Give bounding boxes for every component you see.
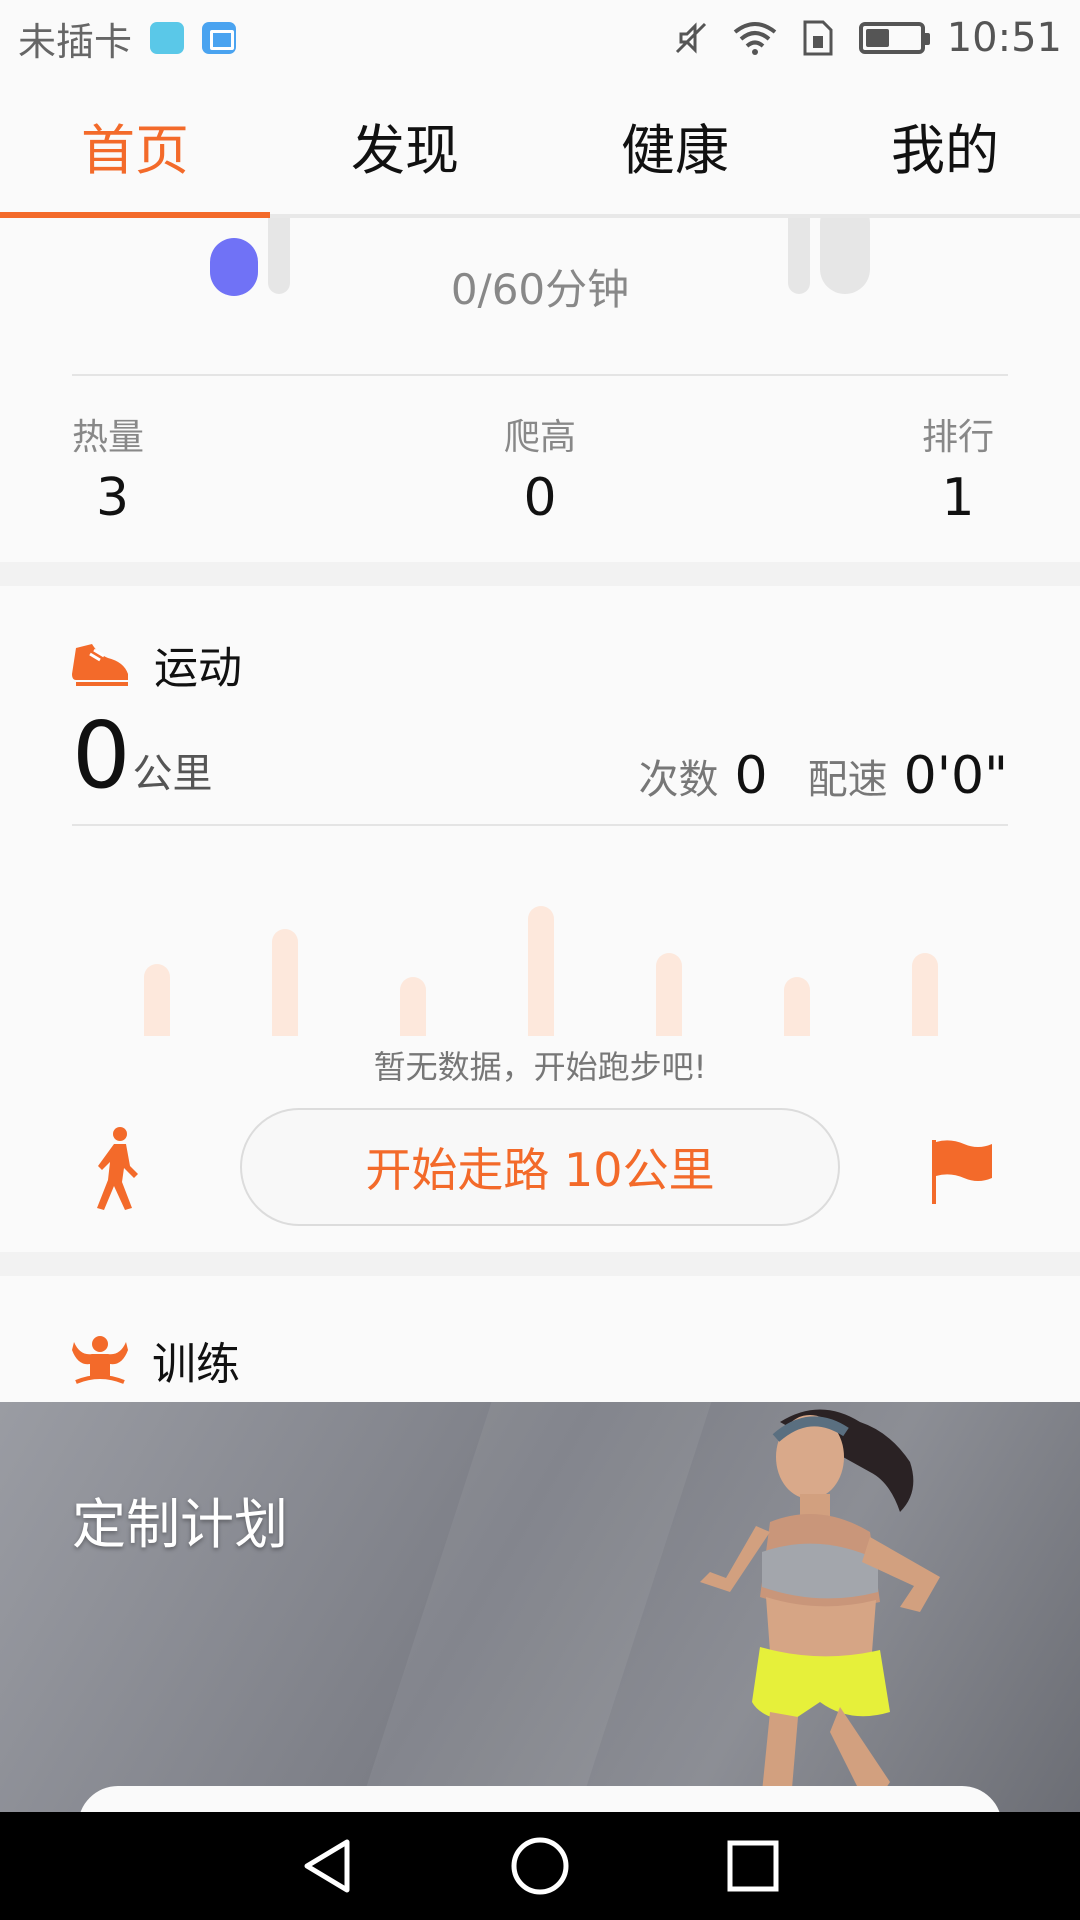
divider [72, 824, 1008, 826]
back-button[interactable] [292, 1831, 362, 1901]
status-bar: 未插卡 10:51 [0, 0, 1080, 76]
runner-image [700, 1409, 940, 1812]
placeholder-bar [784, 977, 810, 1036]
placeholder-bar [272, 929, 298, 1036]
daily-summary-card[interactable]: 0/60分钟 热量 3 爬高 0 排行 1 [0, 218, 1080, 562]
distance-unit: 公里 [132, 751, 213, 797]
tab-health[interactable]: 健康 [540, 76, 810, 214]
no-data-message: 暂无数据，开始跑步吧! [373, 1048, 707, 1086]
training-header: 训练 [70, 1328, 240, 1392]
sport-metrics: 次数 0 配速 0'0" [639, 746, 1008, 806]
gallery-app-icon [202, 22, 237, 54]
muscle-icon [72, 1336, 128, 1384]
battery-icon [858, 22, 930, 54]
status-left: 未插卡 [18, 11, 237, 66]
placeholder-bar [528, 906, 554, 1036]
top-tabs: 首页 发现 健康 我的 [0, 76, 1080, 218]
recents-button[interactable] [718, 1831, 788, 1901]
placeholder-bar [144, 964, 170, 1036]
battery-fill [865, 29, 890, 47]
status-time: 10:51 [946, 15, 1062, 61]
sport-header: 运动 [70, 632, 242, 696]
stat-value: 3 [96, 468, 130, 528]
count-label: 次数 [638, 757, 719, 803]
stat-ranking[interactable]: 排行 1 [918, 408, 998, 528]
distance-value: 0 [72, 702, 131, 809]
stat-calories[interactable]: 热量 3 [72, 408, 144, 528]
start-walk-button[interactable]: 开始走路 10公里 [240, 1108, 840, 1226]
pace-label: 配速 [807, 757, 888, 803]
shoe-icon [72, 644, 128, 686]
placeholder-bar [912, 953, 938, 1036]
stat-label: 排行 [921, 417, 994, 458]
back-icon [304, 1839, 350, 1893]
placeholder-bar [400, 977, 426, 1036]
banner-decoration [335, 1402, 725, 1812]
sim-icon [803, 20, 833, 56]
divider [72, 374, 1008, 376]
status-right: 10:51 [673, 15, 1062, 61]
stat-label: 爬高 [503, 417, 576, 458]
placeholder-bar [656, 953, 682, 1036]
training-card[interactable]: 训练 定制计划 [0, 1276, 1080, 1812]
emui-app-icon [150, 22, 185, 54]
tab-me[interactable]: 我的 [810, 76, 1080, 214]
weekly-placeholder-bars [0, 836, 1080, 1036]
home-button[interactable] [505, 1831, 575, 1901]
recents-icon [727, 1840, 779, 1892]
training-title: 训练 [152, 1339, 240, 1390]
sport-card[interactable]: 运动 0 公里 次数 0 配速 0'0" 暂无数据，开始跑步吧! 开始走路 10… [0, 586, 1080, 1252]
wifi-icon [733, 22, 776, 55]
custom-plan-banner[interactable]: 定制计划 [0, 1402, 1080, 1812]
stat-value: 1 [941, 468, 975, 528]
flag-icon[interactable] [930, 1138, 996, 1204]
pace-value: 0'0" [903, 746, 1008, 806]
stat-value: 0 [523, 468, 557, 528]
mute-icon [675, 22, 706, 54]
carrier-label: 未插卡 [18, 19, 133, 64]
stat-climb[interactable]: 爬高 0 [500, 408, 580, 528]
walker-icon[interactable] [92, 1126, 144, 1212]
sport-title: 运动 [154, 643, 242, 694]
home-icon [511, 1837, 569, 1895]
distance-readout: 0 公里 [72, 710, 213, 802]
stat-label: 热量 [72, 417, 145, 458]
active-minutes-label: 0/60分钟 [450, 265, 630, 314]
tab-discover[interactable]: 发现 [270, 76, 540, 214]
count-value: 0 [734, 746, 768, 806]
tab-home[interactable]: 首页 [0, 76, 270, 218]
system-nav-bar [0, 1812, 1080, 1920]
banner-title: 定制计划 [72, 1493, 288, 1556]
